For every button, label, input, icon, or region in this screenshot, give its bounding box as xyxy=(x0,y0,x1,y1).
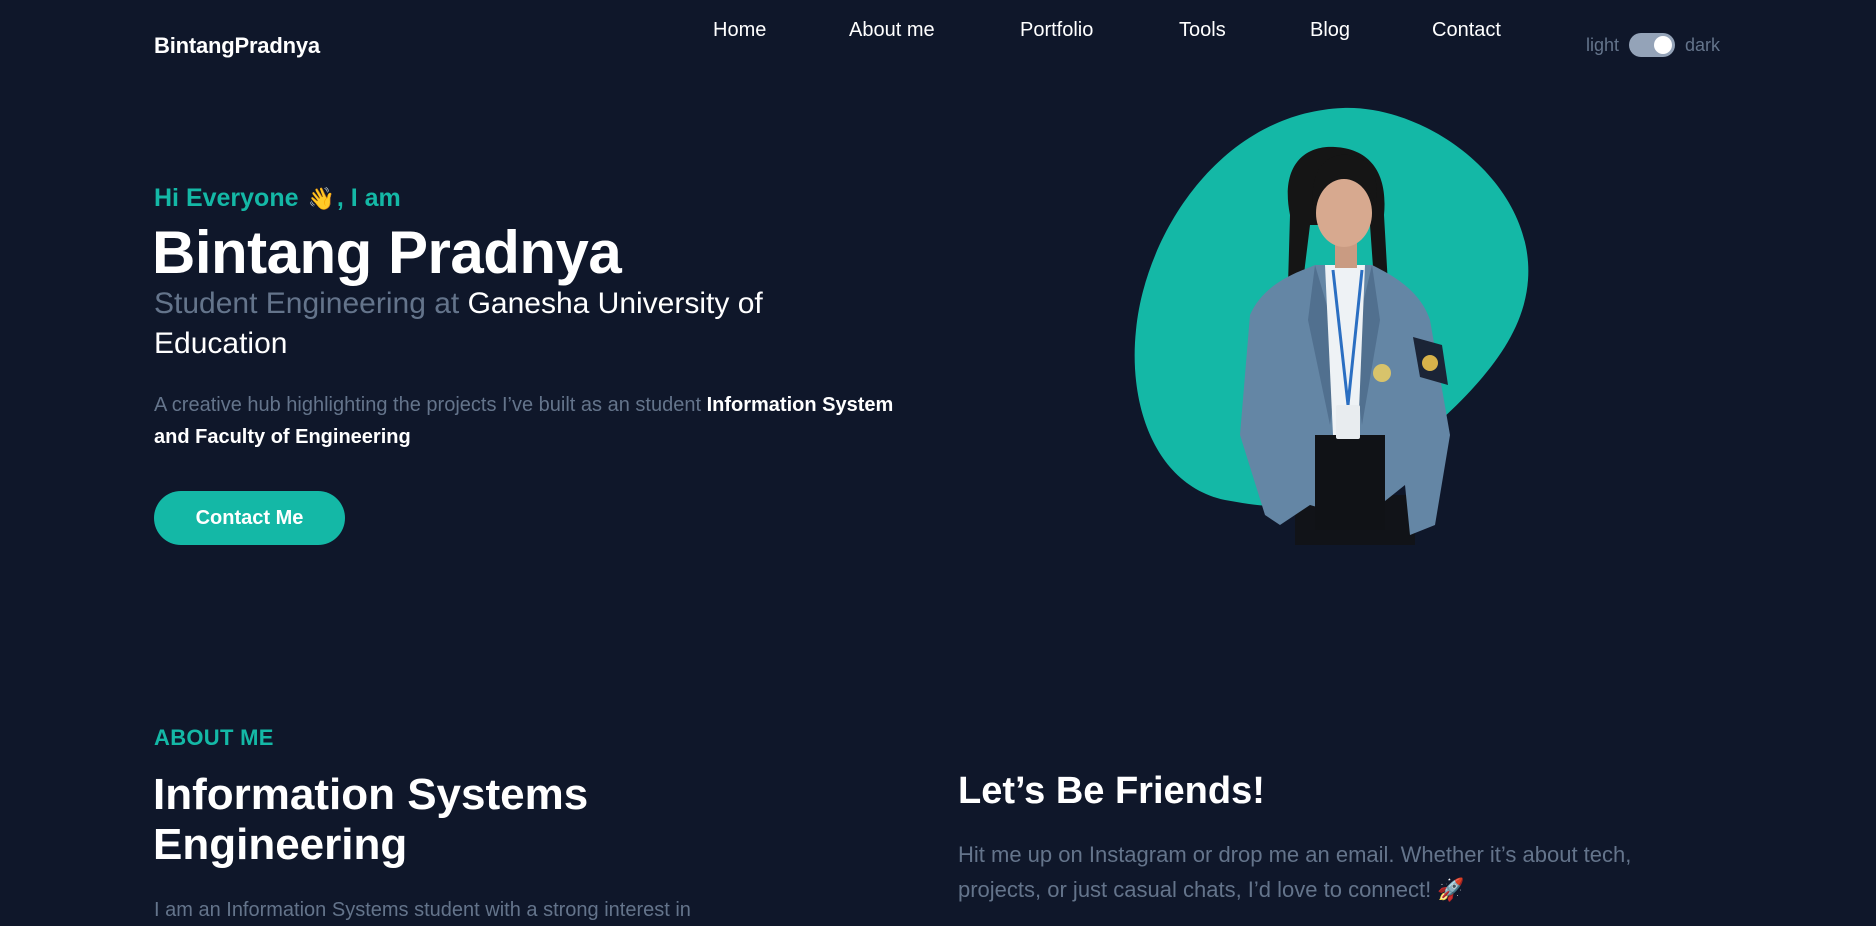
about-paragraph: I am an Information Systems student with… xyxy=(154,899,691,921)
hero-subtitle: Student Engineering at Ganesha Universit… xyxy=(154,284,874,364)
friends-paragraph: Hit me up on Instagram or drop me an ema… xyxy=(958,842,1632,902)
brand-logo[interactable]: BintangPradnya xyxy=(154,33,320,59)
hero-description: A creative hub highlighting the projects… xyxy=(154,389,894,453)
theme-dark-label: dark xyxy=(1685,34,1721,55)
profile-photo xyxy=(1134,107,1529,545)
waving-hand-icon: 👋 xyxy=(307,186,335,211)
greeting-suffix: , I am xyxy=(336,184,401,212)
description-text: A creative hub highlighting the projects… xyxy=(154,394,702,416)
friends-heading: Let’s Be Friends! xyxy=(958,770,1265,812)
about-heading: Information Systems Engineering xyxy=(153,770,589,869)
about-section-label: ABOUT ME xyxy=(154,725,274,750)
nav-link-home[interactable]: Home xyxy=(713,19,766,42)
nav-link-portfolio[interactable]: Portfolio xyxy=(1020,19,1093,42)
nav-link-blog[interactable]: Blog xyxy=(1310,19,1350,42)
hero-greeting: Hi Everyone 👋, I am xyxy=(154,184,401,213)
nav-link-tools[interactable]: Tools xyxy=(1179,19,1226,42)
theme-light-label: light xyxy=(1586,34,1620,55)
theme-toggle-switch[interactable] xyxy=(1629,33,1676,57)
nav-link-about[interactable]: About me xyxy=(849,19,935,42)
theme-switcher: light dark xyxy=(1586,33,1720,57)
toggle-knob xyxy=(1654,36,1673,54)
hero-name: Bintang Pradnya xyxy=(152,219,622,286)
contact-me-button[interactable]: Contact Me xyxy=(154,491,345,545)
greeting-text: Hi Everyone xyxy=(154,184,299,212)
nav-link-contact[interactable]: Contact xyxy=(1432,19,1501,42)
subtitle-role: Student Engineering at xyxy=(154,287,460,320)
